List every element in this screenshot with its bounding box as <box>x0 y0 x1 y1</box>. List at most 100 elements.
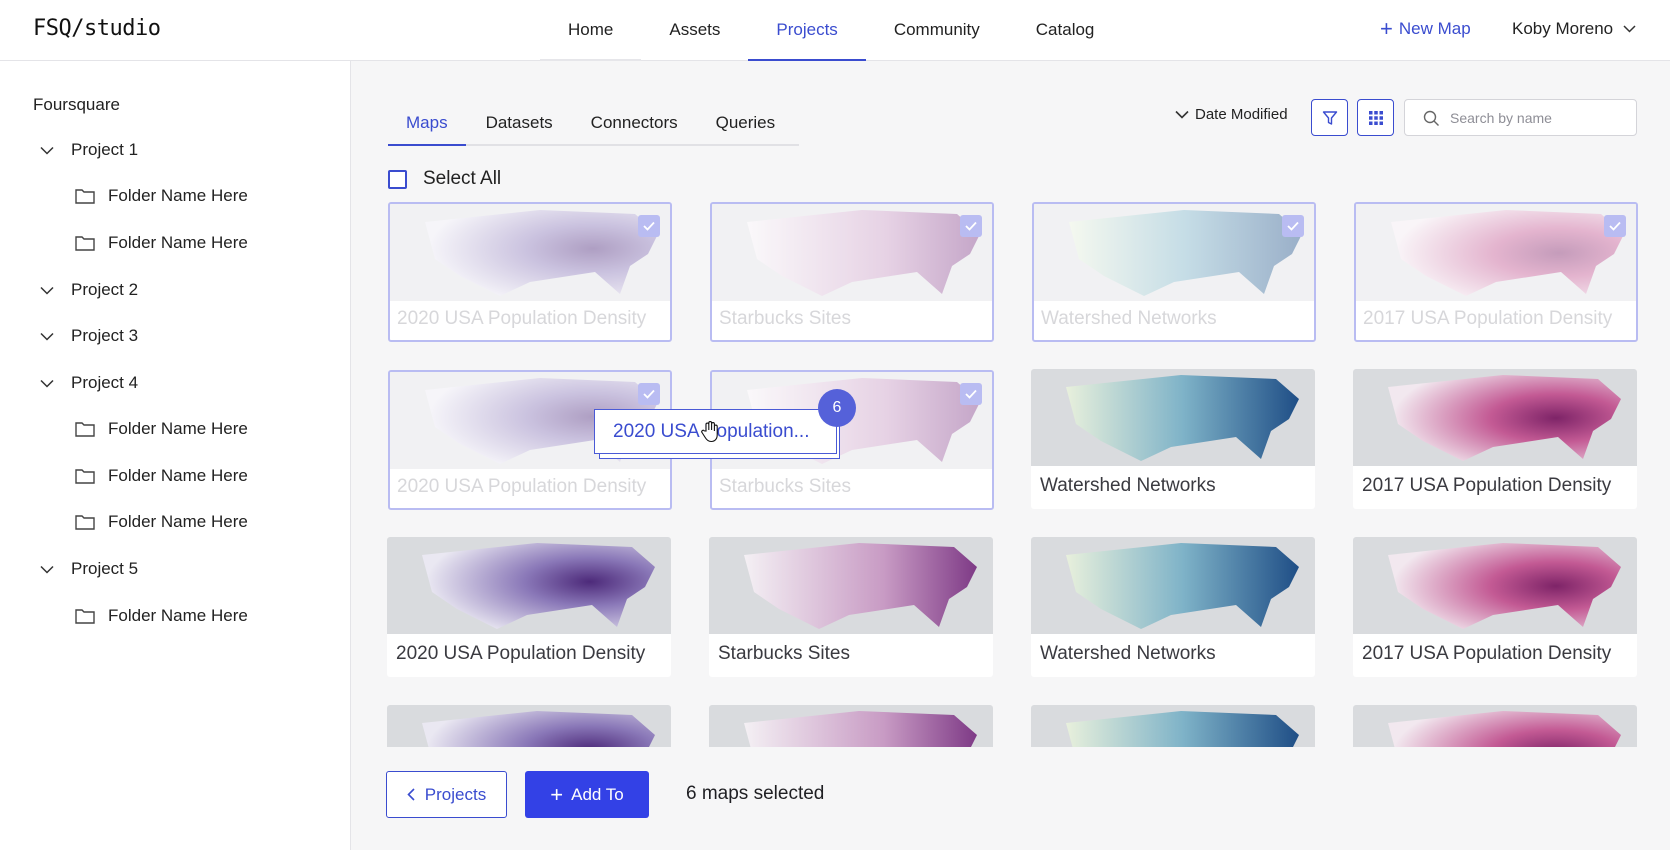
filter-icon <box>1322 110 1337 125</box>
map-card-pop2017[interactable]: 2017 USA Population Density <box>1353 369 1637 509</box>
sidebar-folder[interactable]: Folder Name Here <box>75 466 248 486</box>
filter-button[interactable] <box>1311 99 1348 136</box>
map-thumbnail <box>709 537 993 634</box>
chevron-down-icon[interactable] <box>40 379 54 388</box>
map-card-pop2017[interactable]: 2017 USA Population Density <box>1354 202 1638 342</box>
nav-catalog[interactable]: Catalog <box>1008 0 1123 61</box>
checkbox-checked-icon[interactable] <box>1604 215 1626 237</box>
selection-count-text: 6 maps selected <box>686 783 825 804</box>
chevron-down-icon[interactable] <box>40 565 54 574</box>
map-thumbnail <box>1353 705 1637 747</box>
checkbox-checked-icon[interactable] <box>960 215 982 237</box>
asset-tabs: Maps Datasets Connectors Queries <box>388 100 799 146</box>
map-card-pop2017[interactable] <box>1353 705 1637 747</box>
select-all-label: Select All <box>423 168 502 189</box>
map-title: Starbucks Sites <box>718 643 850 664</box>
user-menu[interactable]: Koby Moreno <box>1512 19 1636 39</box>
map-card-pop2017[interactable]: 2017 USA Population Density <box>1353 537 1637 677</box>
map-thumbnail <box>387 705 671 747</box>
sidebar-project-5[interactable]: Project 5 <box>40 559 138 579</box>
nav-projects[interactable]: Projects <box>748 0 867 61</box>
add-to-label: Add To <box>571 784 624 804</box>
map-title: 2020 USA Population Density <box>397 476 647 497</box>
folder-icon <box>75 189 95 204</box>
map-thumbnail <box>1353 369 1637 466</box>
map-thumbnail <box>712 204 992 301</box>
map-card-starbucks[interactable]: Starbucks Sites <box>710 202 994 342</box>
map-card-watershed[interactable] <box>1031 705 1315 747</box>
project-label: Project 3 <box>71 326 139 345</box>
sidebar-project-3[interactable]: Project 3 <box>40 326 138 346</box>
fsq-studio-logo[interactable]: FSQ/studio <box>33 16 161 41</box>
folder-label: Folder Name Here <box>108 466 248 485</box>
project-label: Project 4 <box>71 373 139 392</box>
sidebar-project-1[interactable]: Project 1 <box>40 140 138 160</box>
search-icon <box>1423 110 1439 126</box>
map-thumbnail <box>1031 369 1315 466</box>
checkbox-checked-icon[interactable] <box>960 383 982 405</box>
back-button-label: Projects <box>424 784 487 804</box>
grid-view-icon <box>1368 110 1383 125</box>
sort-label: Date Modified <box>1195 106 1288 123</box>
sidebar-folder[interactable]: Folder Name Here <box>75 419 248 439</box>
chevron-down-icon[interactable] <box>40 286 54 295</box>
select-all-checkbox[interactable] <box>388 169 407 189</box>
plus-icon: + <box>1380 16 1393 41</box>
sidebar-folder[interactable]: Folder Name Here <box>75 233 248 253</box>
org-name[interactable]: Foursquare <box>33 95 120 115</box>
folder-icon <box>75 422 95 437</box>
sidebar-folder[interactable]: Folder Name Here <box>75 606 248 626</box>
map-title: 2020 USA Population Density <box>397 308 647 329</box>
user-name: Koby Moreno <box>1512 19 1614 38</box>
map-card-pop2020[interactable] <box>387 705 671 747</box>
folder-icon <box>75 609 95 624</box>
new-map-label: New Map <box>1398 19 1471 38</box>
map-card-watershed[interactable]: Watershed Networks <box>1031 537 1315 677</box>
map-thumbnail <box>387 537 671 634</box>
grid-view-button[interactable] <box>1357 99 1394 136</box>
plus-icon: + <box>550 781 564 807</box>
map-card-pop2020[interactable]: 2020 USA Population Density <box>388 202 672 342</box>
project-sidebar: Foursquare Project 1 Folder Name Here Fo… <box>0 61 351 850</box>
sidebar-folder[interactable]: Folder Name Here <box>75 186 248 206</box>
tab-maps[interactable]: Maps <box>388 100 465 146</box>
tab-queries[interactable]: Queries <box>716 100 776 144</box>
map-card-starbucks[interactable]: Starbucks Sites <box>709 537 993 677</box>
folder-label: Folder Name Here <box>108 606 248 625</box>
map-card-watershed[interactable]: Watershed Networks <box>1031 369 1315 509</box>
folder-icon <box>75 236 95 251</box>
map-card-starbucks[interactable] <box>709 705 993 747</box>
sidebar-project-4[interactable]: Project 4 <box>40 373 138 393</box>
map-card-pop2020[interactable]: 2020 USA Population Density <box>387 537 671 677</box>
map-title: Watershed Networks <box>1040 643 1216 664</box>
map-card-watershed[interactable]: Watershed Networks <box>1032 202 1316 342</box>
map-title: 2020 USA Population Density <box>396 643 646 664</box>
back-to-projects-button[interactable]: Projects <box>386 771 507 818</box>
search-input[interactable] <box>1450 100 1630 135</box>
chevron-down-icon[interactable] <box>40 146 54 155</box>
sidebar-project-2[interactable]: Project 2 <box>40 280 138 300</box>
nav-community[interactable]: Community <box>866 0 1008 61</box>
tab-connectors[interactable]: Connectors <box>591 100 678 144</box>
sort-dropdown[interactable]: Date Modified <box>1175 106 1288 123</box>
select-all-control[interactable]: Select All <box>388 168 501 190</box>
tab-datasets[interactable]: Datasets <box>486 100 553 144</box>
map-thumbnail <box>1356 204 1636 301</box>
nav-home[interactable]: Home <box>540 0 642 61</box>
add-to-button[interactable]: + Add To <box>525 771 649 818</box>
map-thumbnail <box>390 204 670 301</box>
map-title: Starbucks Sites <box>719 476 851 497</box>
checkbox-checked-icon[interactable] <box>638 383 660 405</box>
map-title: 2017 USA Population Density <box>1362 643 1612 664</box>
nav-assets[interactable]: Assets <box>641 0 748 61</box>
folder-label: Folder Name Here <box>108 233 248 252</box>
map-thumbnail <box>1031 537 1315 634</box>
checkbox-checked-icon[interactable] <box>1282 215 1304 237</box>
map-title: 2017 USA Population Density <box>1362 475 1612 496</box>
checkbox-checked-icon[interactable] <box>638 215 660 237</box>
new-map-button[interactable]: + New Map <box>1380 16 1471 41</box>
chevron-down-icon[interactable] <box>40 332 54 341</box>
chevron-left-icon <box>407 788 415 801</box>
sidebar-folder[interactable]: Folder Name Here <box>75 512 248 532</box>
folder-label: Folder Name Here <box>108 419 248 438</box>
